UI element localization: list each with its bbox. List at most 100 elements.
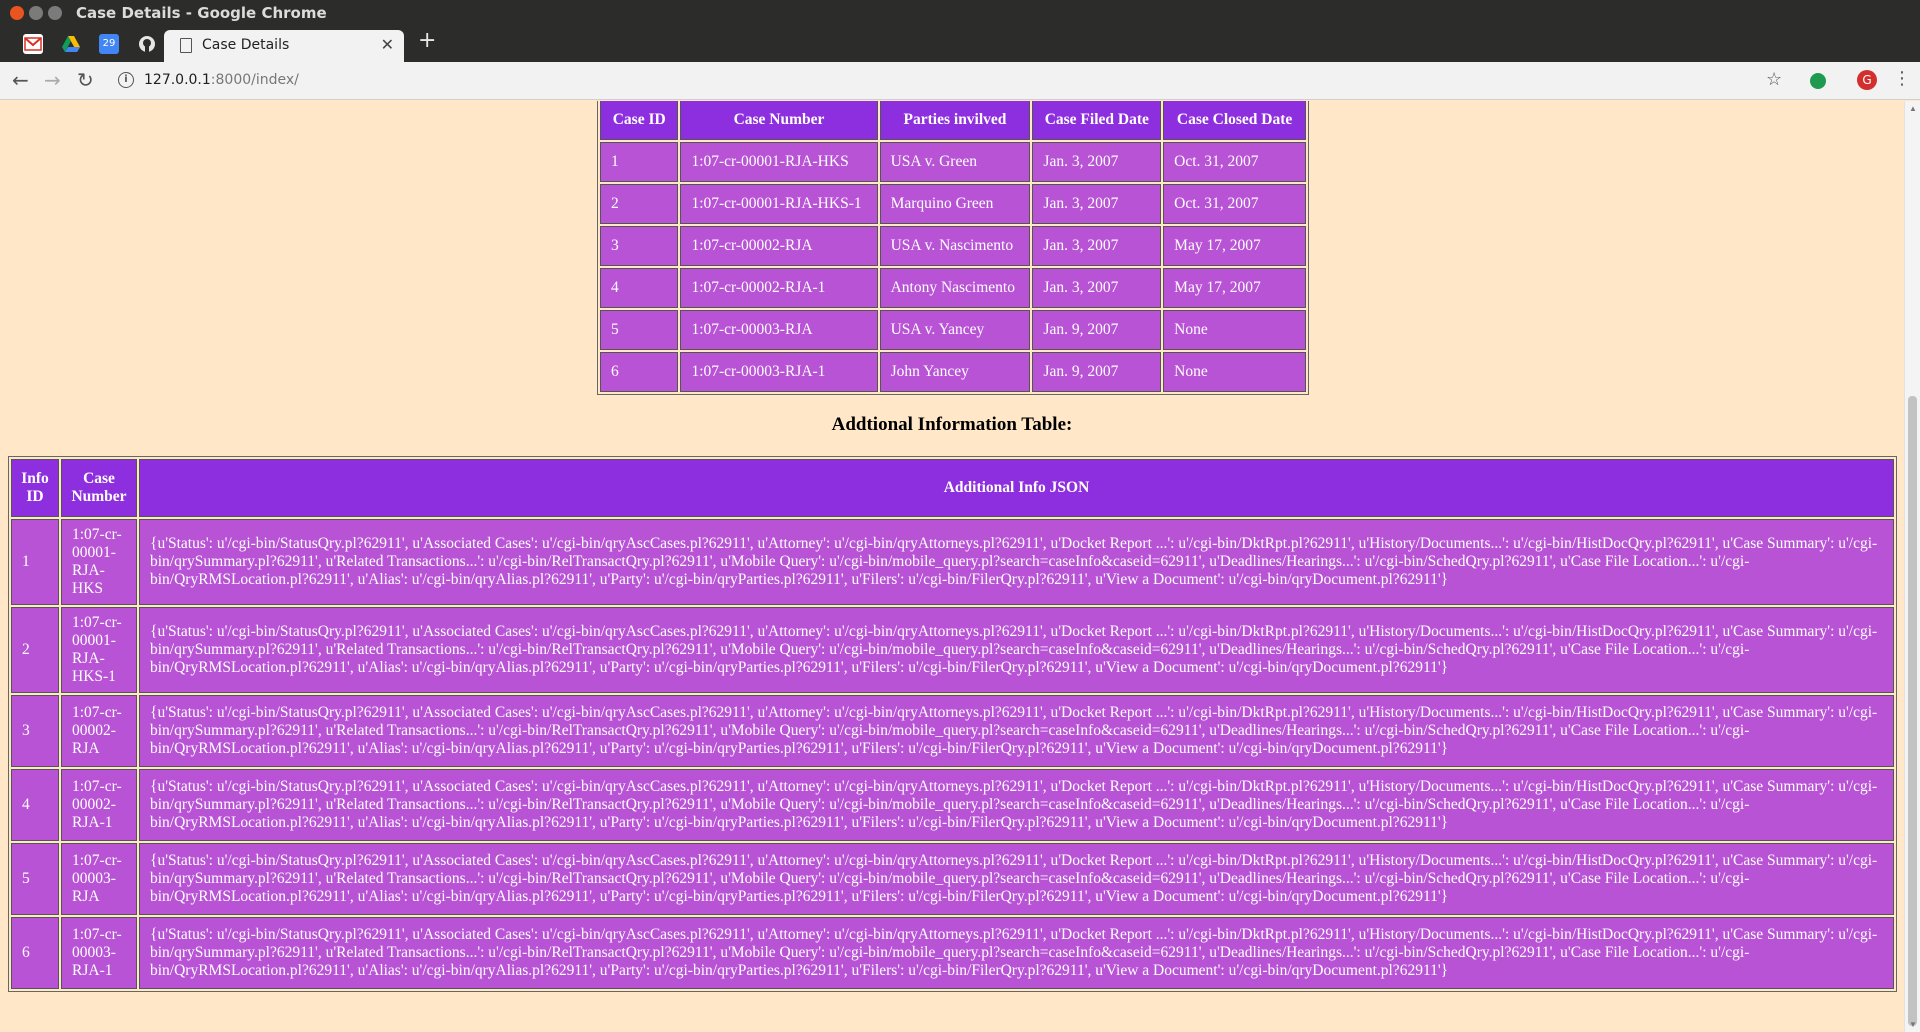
cell-closed-date: Oct. 31, 2007 (1163, 142, 1306, 182)
cell-additional-json: {u'Status': u'/cgi-bin/StatusQry.pl?6291… (139, 769, 1894, 841)
vertical-scrollbar[interactable]: ▲ ▼ (1904, 101, 1920, 1032)
cell-case-id: 6 (600, 352, 679, 392)
window-title: Case Details - Google Chrome (76, 4, 327, 22)
cell-additional-json: {u'Status': u'/cgi-bin/StatusQry.pl?6291… (139, 843, 1894, 915)
cell-info-id: 5 (11, 843, 59, 915)
cell-case-number: 1:07-cr-00002-RJA-1 (680, 268, 878, 308)
cell-parties: John Yancey (879, 352, 1031, 392)
cell-additional-json: {u'Status': u'/cgi-bin/StatusQry.pl?6291… (139, 519, 1894, 605)
cell-filed-date: Jan. 3, 2007 (1032, 184, 1162, 224)
cell-filed-date: Jan. 9, 2007 (1032, 310, 1162, 350)
kebab-menu-icon[interactable]: ⋮ (1893, 68, 1911, 89)
table-row: 3 1:07-cr-00002-RJA {u'Status': u'/cgi-b… (11, 695, 1894, 767)
cell-filed-date: Jan. 9, 2007 (1032, 352, 1162, 392)
header-case-number: Case Number (680, 101, 878, 140)
table-row: 6 1:07-cr-00003-RJA-1 John Yancey Jan. 9… (600, 352, 1306, 392)
cell-info-id: 3 (11, 695, 59, 767)
tab-case-details[interactable]: Case Details ✕ (164, 30, 404, 62)
cell-case-id: 1 (600, 142, 679, 182)
calendar-day: 29 (102, 38, 116, 49)
cell-case-id: 4 (600, 268, 679, 308)
forward-arrow-icon[interactable]: → (44, 68, 61, 92)
info-header-row: Info ID Case Number Additional Info JSON (11, 459, 1894, 517)
table-row: 4 1:07-cr-00002-RJA-1 Antony Nascimento … (600, 268, 1306, 308)
site-info-icon[interactable]: i (118, 72, 134, 88)
cell-closed-date: May 17, 2007 (1163, 226, 1306, 266)
address-bar[interactable]: i 127.0.0.1:8000/index/ (112, 67, 1792, 95)
cell-case-number: 1:07-cr-00003-RJA (680, 310, 878, 350)
github-icon[interactable] (137, 34, 157, 54)
cell-case-id: 5 (600, 310, 679, 350)
cases-header-row: Case ID Case Number Parties invilved Cas… (600, 101, 1306, 140)
browser-toolbar: ← → ↻ i 127.0.0.1:8000/index/ ☆ G ⋮ (0, 62, 1920, 100)
url-host: 127.0.0.1 (144, 72, 211, 88)
cell-closed-date: None (1163, 352, 1306, 392)
scroll-up-icon[interactable]: ▲ (1909, 104, 1917, 113)
calendar-icon[interactable]: 29 (99, 34, 119, 54)
cell-closed-date: May 17, 2007 (1163, 268, 1306, 308)
cell-info-case-number: 1:07-cr-00001-RJA-HKS-1 (61, 607, 137, 693)
header-info-case-number: Case Number (61, 459, 137, 517)
new-tab-icon[interactable]: + (418, 28, 436, 53)
cell-info-case-number: 1:07-cr-00001-RJA-HKS (61, 519, 137, 605)
cell-info-case-number: 1:07-cr-00003-RJA (61, 843, 137, 915)
header-filed-date: Case Filed Date (1032, 101, 1162, 140)
cell-closed-date: None (1163, 310, 1306, 350)
table-row: 1 1:07-cr-00001-RJA-HKS {u'Status': u'/c… (11, 519, 1894, 605)
cell-filed-date: Jan. 3, 2007 (1032, 226, 1162, 266)
close-tab-icon[interactable]: ✕ (381, 35, 394, 54)
scroll-down-icon[interactable]: ▼ (1909, 1020, 1917, 1029)
minimize-window-icon[interactable] (29, 6, 43, 20)
table-row: 3 1:07-cr-00002-RJA USA v. Nascimento Ja… (600, 226, 1306, 266)
cell-case-number: 1:07-cr-00002-RJA (680, 226, 878, 266)
cell-info-case-number: 1:07-cr-00002-RJA (61, 695, 137, 767)
url-path: :8000/index/ (210, 72, 299, 88)
table-row: 6 1:07-cr-00003-RJA-1 {u'Status': u'/cgi… (11, 917, 1894, 989)
table-row: 1 1:07-cr-00001-RJA-HKS USA v. Green Jan… (600, 142, 1306, 182)
reload-icon[interactable]: ↻ (77, 68, 94, 92)
cell-info-case-number: 1:07-cr-00002-RJA-1 (61, 769, 137, 841)
cell-case-id: 2 (600, 184, 679, 224)
cell-additional-json: {u'Status': u'/cgi-bin/StatusQry.pl?6291… (139, 695, 1894, 767)
cell-case-number: 1:07-cr-00001-RJA-HKS (680, 142, 878, 182)
back-arrow-icon[interactable]: ← (12, 68, 29, 92)
cell-parties: Antony Nascimento (879, 268, 1031, 308)
header-closed-date: Case Closed Date (1163, 101, 1306, 140)
cell-parties: USA v. Yancey (879, 310, 1031, 350)
cell-info-id: 6 (11, 917, 59, 989)
header-parties: Parties invilved (879, 101, 1031, 140)
cell-info-id: 2 (11, 607, 59, 693)
profile-avatar[interactable]: G (1857, 70, 1877, 90)
cell-info-id: 1 (11, 519, 59, 605)
additional-info-title: Addtional Information Table: (831, 414, 1073, 435)
cases-table: Case ID Case Number Parties invilved Cas… (597, 101, 1309, 395)
gmail-icon[interactable] (23, 34, 43, 54)
cell-case-number: 1:07-cr-00003-RJA-1 (680, 352, 878, 392)
bookmark-star-icon[interactable]: ☆ (1766, 69, 1782, 90)
maximize-window-icon[interactable] (48, 6, 62, 20)
cell-additional-json: {u'Status': u'/cgi-bin/StatusQry.pl?6291… (139, 607, 1894, 693)
drive-icon[interactable] (61, 34, 81, 54)
header-info-id: Info ID (11, 459, 59, 517)
table-row: 4 1:07-cr-00002-RJA-1 {u'Status': u'/cgi… (11, 769, 1894, 841)
tab-label: Case Details (202, 37, 290, 53)
scrollbar-thumb[interactable] (1908, 396, 1917, 1026)
cell-parties: Marquino Green (879, 184, 1031, 224)
cell-parties: USA v. Green (879, 142, 1031, 182)
cell-info-id: 4 (11, 769, 59, 841)
extension-icon[interactable] (1810, 73, 1826, 89)
page-content: Case ID Case Number Parties invilved Cas… (0, 101, 1904, 1032)
cell-case-id: 3 (600, 226, 679, 266)
cell-info-case-number: 1:07-cr-00003-RJA-1 (61, 917, 137, 989)
document-icon (180, 38, 192, 53)
tab-strip: 29 Case Details ✕ (0, 26, 1920, 62)
header-additional-json: Additional Info JSON (139, 459, 1894, 517)
cell-filed-date: Jan. 3, 2007 (1032, 268, 1162, 308)
additional-info-table: Info ID Case Number Additional Info JSON… (8, 456, 1897, 992)
cell-filed-date: Jan. 3, 2007 (1032, 142, 1162, 182)
header-case-id: Case ID (600, 101, 679, 140)
cell-additional-json: {u'Status': u'/cgi-bin/StatusQry.pl?6291… (139, 917, 1894, 989)
close-window-icon[interactable] (10, 6, 24, 20)
table-row: 5 1:07-cr-00003-RJA {u'Status': u'/cgi-b… (11, 843, 1894, 915)
table-row: 2 1:07-cr-00001-RJA-HKS-1 Marquino Green… (600, 184, 1306, 224)
